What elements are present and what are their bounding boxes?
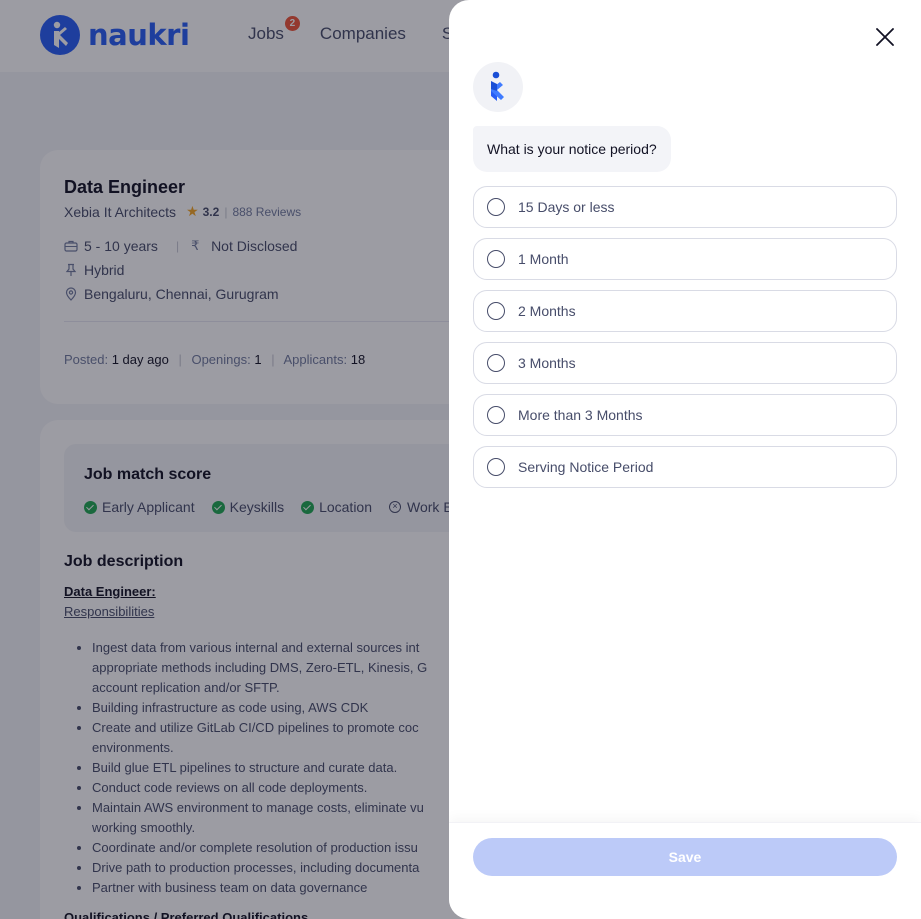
- option-label: 2 Months: [518, 303, 576, 319]
- option-label: Serving Notice Period: [518, 459, 654, 475]
- option-label: 15 Days or less: [518, 199, 615, 215]
- radio-button[interactable]: [487, 406, 505, 424]
- radio-button[interactable]: [487, 354, 505, 372]
- naukri-bot-icon: [491, 71, 504, 101]
- radio-button[interactable]: [487, 198, 505, 216]
- drawer-footer: Save: [449, 822, 921, 919]
- option-label: 3 Months: [518, 355, 576, 371]
- notice-period-options: 15 Days or less 1 Month 2 Months 3 Month…: [473, 186, 897, 498]
- close-button[interactable]: [873, 25, 897, 49]
- option-label: 1 Month: [518, 251, 569, 267]
- notice-option[interactable]: 1 Month: [473, 238, 897, 280]
- notice-option[interactable]: 2 Months: [473, 290, 897, 332]
- chatbot-drawer: What is your notice period? 15 Days or l…: [449, 0, 921, 919]
- naukri-bot-avatar: [473, 62, 523, 112]
- option-label: More than 3 Months: [518, 407, 643, 423]
- notice-option[interactable]: More than 3 Months: [473, 394, 897, 436]
- save-button[interactable]: Save: [473, 838, 897, 876]
- notice-option[interactable]: 3 Months: [473, 342, 897, 384]
- radio-button[interactable]: [487, 458, 505, 476]
- close-icon: [876, 28, 894, 46]
- chat-question-bubble: What is your notice period?: [473, 126, 671, 172]
- notice-option[interactable]: 15 Days or less: [473, 186, 897, 228]
- radio-button[interactable]: [487, 250, 505, 268]
- radio-button[interactable]: [487, 302, 505, 320]
- notice-option[interactable]: Serving Notice Period: [473, 446, 897, 488]
